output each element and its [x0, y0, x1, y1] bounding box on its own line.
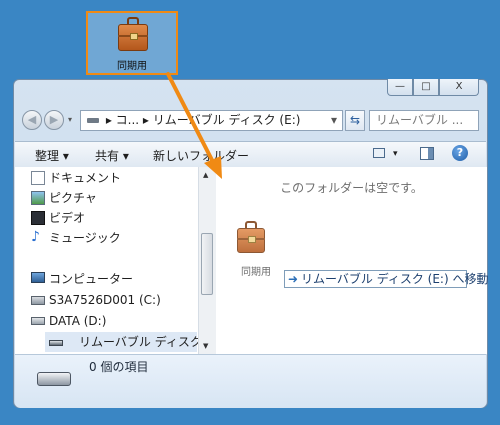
forward-button[interactable]: ▶ [44, 110, 64, 130]
drive-d-icon [31, 317, 45, 325]
computer-icon [31, 272, 45, 283]
sidebar-item-label: ビデオ [49, 211, 86, 225]
dragged-item-label: 同期用 [241, 267, 271, 278]
scrollbar-thumb[interactable] [201, 233, 213, 295]
help-icon[interactable]: ? [452, 145, 468, 161]
sidebar-item-documents[interactable]: ドキュメント [31, 168, 122, 188]
drive-icon [87, 118, 99, 123]
details-pane: 0 個の項目 [15, 354, 486, 408]
move-to-tooltip: ➜ リムーバブル ディスク (E:) へ移動 [284, 270, 488, 288]
empty-folder-message: このフォルダーは空です。 [280, 181, 423, 195]
sidebar-item-label: DATA (D:) [49, 314, 107, 328]
sidebar-item-drive-d[interactable]: DATA (D:) [31, 311, 107, 331]
sidebar-item-label: リムーバブル ディスク (E:) [79, 335, 216, 349]
scroll-down-arrow-icon[interactable]: ▼ [203, 342, 208, 350]
refresh-icon[interactable]: ⇆ [345, 110, 365, 131]
sidebar-item-pictures[interactable]: ピクチャ [31, 188, 97, 208]
sidebar-item-label: ドキュメント [49, 171, 122, 185]
sidebar-item-label: S3A7526D001 (C:) [49, 293, 161, 307]
back-button[interactable]: ◀ [22, 110, 42, 130]
document-icon [31, 171, 45, 185]
new-folder-button[interactable]: 新しいフォルダー [153, 147, 249, 164]
address-dropdown-icon[interactable]: ▾ [331, 111, 337, 130]
removable-drive-icon [49, 340, 63, 346]
close-button[interactable]: X [439, 79, 479, 96]
view-options-icon[interactable] [373, 148, 385, 158]
sidebar-item-music[interactable]: ♪ ミュージック [31, 228, 121, 248]
maximize-button[interactable]: □ [413, 79, 439, 96]
window-controls: — □ X [387, 79, 479, 96]
minimize-button[interactable]: — [387, 79, 413, 96]
search-placeholder: リムーバブル ... [376, 113, 464, 127]
organize-button[interactable]: 整理 ▾ [35, 147, 69, 164]
drive-c-icon [31, 296, 45, 305]
file-list-pane[interactable]: このフォルダーは空です。 同期用 [216, 167, 487, 354]
sidebar-item-label: コンピューター [49, 272, 134, 286]
dragged-briefcase-icon [237, 221, 265, 253]
share-button[interactable]: 共有 ▾ [95, 147, 129, 164]
sidebar-item-removable-drive[interactable]: リムーバブル ディスク (E:) [45, 332, 215, 352]
sidebar-item-drive-c[interactable]: S3A7526D001 (C:) [31, 290, 161, 310]
recent-pages-chevron-icon[interactable]: ▾ [68, 115, 72, 124]
sidebar-item-label: ミュージック [49, 231, 121, 245]
move-tooltip-text: リムーバブル ディスク (E:) へ移動 [301, 272, 489, 286]
view-dropdown-icon[interactable]: ▾ [393, 149, 398, 159]
address-path: ▸ コ... ▸ リムーバブル ディスク (E:) [105, 113, 301, 127]
navigation-scrollbar[interactable]: ▲ ▼ [198, 167, 216, 354]
explorer-window: — □ X ◀ ▶ ▾ ▸ コ... ▸ リムーバブル ディスク (E:) ▾ … [13, 79, 488, 408]
sidebar-item-computer[interactable]: コンピューター [31, 269, 134, 289]
search-input[interactable]: リムーバブル ... [369, 110, 479, 131]
briefcase-icon [118, 17, 148, 51]
preview-pane-icon[interactable] [420, 147, 434, 160]
item-count: 0 個の項目 [89, 360, 149, 374]
sidebar-item-label: ピクチャ [49, 191, 97, 205]
navigation-pane: ドキュメント ピクチャ ビデオ ♪ ミュージック コンピューター S3A7526… [15, 167, 216, 354]
picture-icon [31, 191, 45, 205]
removable-drive-large-icon [37, 372, 71, 386]
desktop-icon-label: 同期用 [117, 61, 147, 72]
sidebar-item-videos[interactable]: ビデオ [31, 208, 86, 228]
video-icon [31, 211, 45, 225]
music-icon: ♪ [31, 229, 40, 245]
desktop-briefcase-icon[interactable]: 同期用 [86, 11, 178, 75]
move-arrow-icon: ➜ [288, 272, 299, 286]
command-bar: 整理 ▾ 共有 ▾ 新しいフォルダー ▾ ? [15, 141, 486, 168]
address-bar[interactable]: ▸ コ... ▸ リムーバブル ディスク (E:) ▾ [80, 110, 343, 131]
scroll-up-arrow-icon[interactable]: ▲ [203, 171, 208, 179]
